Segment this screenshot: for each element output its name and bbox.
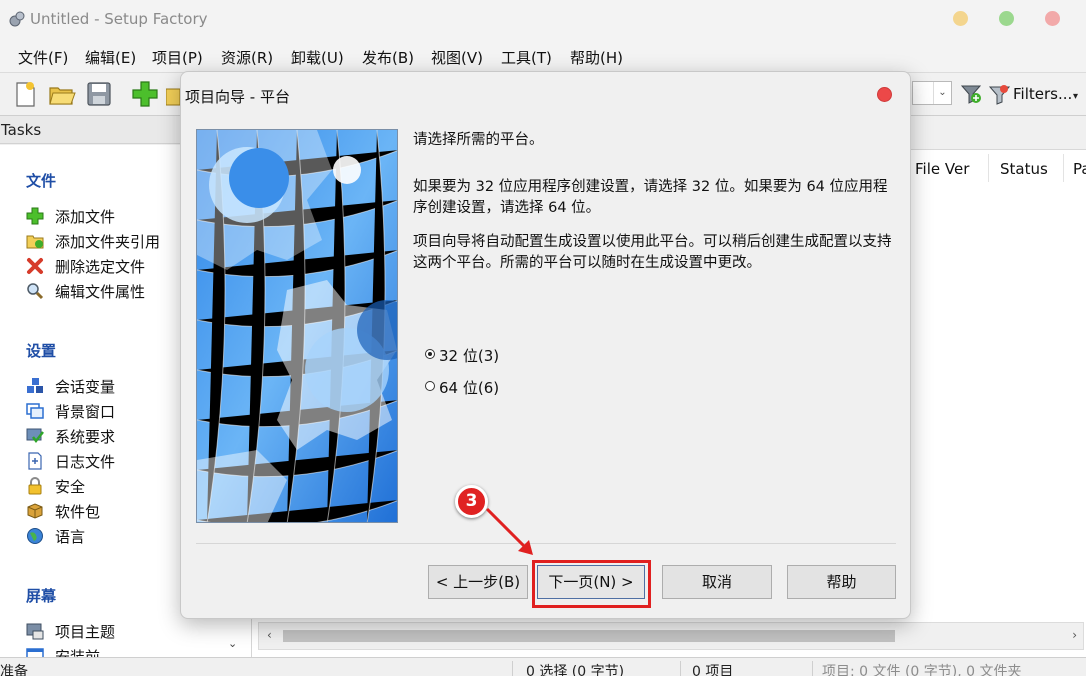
section-title-settings: 设置 [26, 342, 57, 360]
menu-publish[interactable]: 发布(B) [362, 47, 414, 68]
window-title: Untitled - Setup Factory [30, 10, 208, 28]
cancel-button[interactable]: 取消 [662, 565, 772, 599]
folder-add-icon[interactable] [166, 79, 180, 109]
step-badge: 3 [455, 485, 488, 518]
filter-add-icon[interactable] [960, 79, 984, 109]
add-icon [26, 207, 44, 225]
add-icon[interactable] [130, 79, 160, 109]
next-button-highlight [532, 560, 651, 608]
delete-icon [27, 258, 43, 274]
dialog-title: 项目向导 - 平台 [185, 88, 290, 106]
app-icon [9, 11, 25, 27]
dialog-close-button[interactable] [877, 87, 892, 102]
task-label: 添加文件 [55, 208, 116, 226]
status-selection: 0 选择 (0 字节) [526, 664, 625, 676]
task-label: 项目主题 [55, 623, 116, 641]
new-file-icon[interactable] [10, 79, 40, 109]
task-label: 软件包 [55, 503, 101, 521]
theme-icon [26, 623, 44, 640]
task-label: 系统要求 [55, 428, 116, 446]
menu-edit[interactable]: 编辑(E) [85, 47, 136, 68]
dialog-divider [196, 543, 896, 544]
task-label: 背景窗口 [55, 403, 116, 421]
status-items: 0 项目 [692, 664, 734, 676]
filter-icon[interactable] [988, 79, 1012, 109]
task-before-install[interactable]: 安装前 [26, 645, 226, 657]
lock-icon [28, 477, 42, 495]
column-divider [1063, 154, 1064, 182]
column-path[interactable]: Pa [1073, 160, 1086, 178]
configuration-select[interactable]: ⌄ [912, 81, 952, 105]
globe-icon [27, 528, 43, 544]
menu-tools[interactable]: 工具(T) [501, 47, 552, 68]
radio-indicator[interactable] [425, 349, 435, 359]
screen-icon [26, 648, 44, 657]
radio-indicator[interactable] [425, 381, 435, 391]
status-ready: 准备 [0, 664, 28, 676]
scrollbar-thumb[interactable] [283, 630, 895, 642]
help-button[interactable]: 帮助 [787, 565, 896, 599]
task-project-theme[interactable]: 项目主题 [26, 620, 226, 642]
scroll-left-icon[interactable]: ‹ [267, 628, 272, 642]
task-label: 语言 [55, 528, 86, 546]
wizard-paragraph-2: 项目向导将自动配置生成设置以使用此平台。可以稍后创建生成配置以支持这两个平台。所… [413, 234, 892, 271]
wizard-banner-image [196, 129, 398, 523]
section-title-files: 文件 [26, 172, 57, 190]
magnifier-icon [27, 283, 44, 300]
radio-label: 64 位(6) [439, 379, 500, 397]
tasks-header: Tasks [0, 116, 180, 144]
status-divider [680, 661, 681, 676]
section-title-screens: 屏幕 [26, 587, 57, 605]
task-label: 会话变量 [55, 378, 116, 396]
task-label: 编辑文件属性 [55, 283, 146, 301]
project-wizard-dialog: 项目向导 - 平台 请选择所需的平台。 如果要为 32 位应用程序创建设置，请选… [180, 71, 911, 619]
minimize-button[interactable] [953, 11, 968, 26]
window-icon [26, 403, 44, 419]
task-label: 安全 [55, 478, 86, 496]
menu-help[interactable]: 帮助(H) [570, 47, 623, 68]
column-file-version[interactable]: File Ver [915, 160, 969, 178]
requirements-icon [26, 428, 44, 444]
task-label: 添加文件夹引用 [55, 233, 161, 251]
tasks-title: Tasks [1, 121, 42, 139]
maximize-button[interactable] [999, 11, 1014, 26]
toolbar-overflow-icon[interactable]: ▾ [1073, 91, 1078, 102]
task-label: 日志文件 [55, 453, 116, 471]
status-summary: 项目: 0 文件 (0 字节), 0 文件夹 [822, 664, 1022, 676]
column-divider [988, 154, 989, 182]
back-button[interactable]: < 上一步(B) [428, 565, 528, 599]
title-bar: Untitled - Setup Factory [0, 0, 1086, 38]
menu-resources[interactable]: 资源(R) [221, 47, 273, 68]
radio-label: 32 位(3) [439, 347, 500, 365]
column-status[interactable]: Status [1000, 160, 1048, 178]
horizontal-scrollbar[interactable]: ‹ › [258, 622, 1084, 650]
menu-bar: 文件(F) 编辑(E) 项目(P) 资源(R) 卸载(U) 发布(B) 视图(V… [0, 38, 1086, 72]
menu-view[interactable]: 视图(V) [431, 47, 483, 68]
variables-icon [27, 378, 43, 393]
status-divider [512, 661, 513, 676]
menu-project[interactable]: 项目(P) [152, 47, 203, 68]
chevron-down-icon[interactable]: ⌄ [933, 82, 951, 104]
wizard-paragraph-1: 如果要为 32 位应用程序创建设置，请选择 32 位。如果要为 64 位应用程序… [413, 179, 888, 216]
menu-uninstall[interactable]: 卸载(U) [291, 47, 344, 68]
folder-add-icon [26, 235, 44, 249]
package-icon [27, 503, 43, 519]
task-label: 删除选定文件 [55, 258, 146, 276]
log-file-icon [28, 452, 42, 470]
menu-file[interactable]: 文件(F) [18, 47, 68, 68]
open-folder-icon[interactable] [47, 79, 77, 109]
task-label: 安装前 [55, 648, 101, 657]
status-divider [812, 661, 813, 676]
panel-scroll-down-icon[interactable]: ⌄ [228, 637, 237, 650]
wizard-heading: 请选择所需的平台。 [413, 132, 544, 148]
status-bar: 准备 0 选择 (0 字节) 0 项目 项目: 0 文件 (0 字节), 0 文… [0, 657, 1086, 676]
scroll-right-icon[interactable]: › [1072, 628, 1077, 642]
save-icon[interactable] [84, 79, 114, 109]
close-button[interactable] [1045, 11, 1060, 26]
annotation-arrow-icon [485, 507, 533, 555]
filters-button[interactable]: Filters... [1013, 85, 1072, 103]
